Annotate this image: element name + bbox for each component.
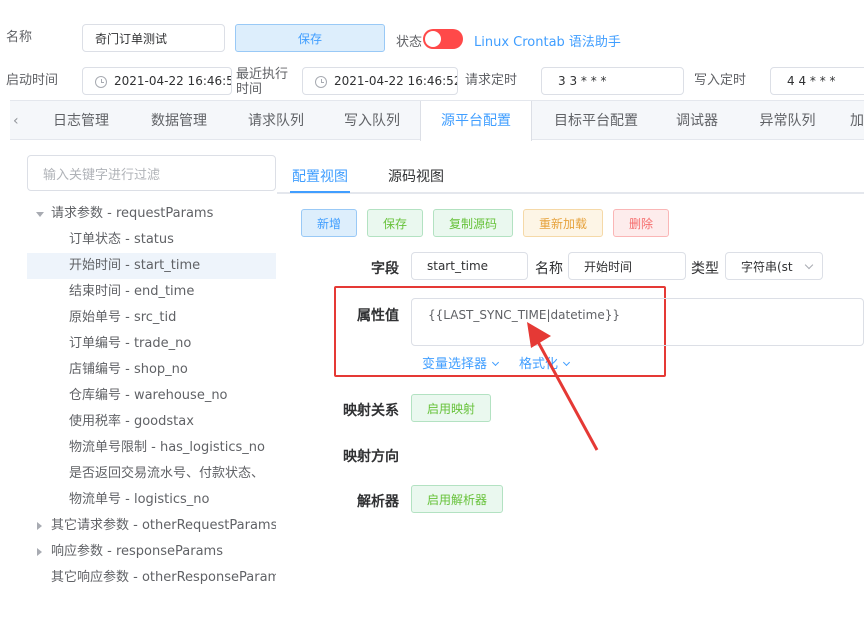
add-button[interactable]: 新增	[301, 209, 357, 237]
save-button[interactable]: 保存	[367, 209, 423, 237]
name-field-input[interactable]: 开始时间	[568, 252, 686, 280]
tree-node-status[interactable]: 订单状态 - status	[27, 227, 276, 253]
status-switch[interactable]	[423, 29, 463, 49]
tree-node-other-response-params[interactable]: 其它响应参数 - otherResponseParams	[27, 565, 276, 591]
enable-mapping-button[interactable]: 启用映射	[411, 394, 491, 422]
switch-knob	[425, 31, 441, 47]
request-cron-label: 请求定时	[465, 73, 518, 88]
tree-filter-input[interactable]: 输入关键字进行过滤	[27, 155, 276, 191]
tab-exception-queue[interactable]: 异常队列	[745, 101, 830, 140]
tree-node-label: 响应参数 - responseParams	[51, 544, 223, 559]
write-cron-label: 写入定时	[694, 73, 747, 88]
caret-down-icon	[36, 212, 44, 217]
tree-node-has-logistics-no[interactable]: 物流单号限制 - has_logistics_no	[27, 435, 276, 461]
tab-log-management[interactable]: 日志管理	[36, 101, 126, 140]
tree-node-logistics-no[interactable]: 物流单号 - logistics_no	[27, 487, 276, 513]
status-label: 状态	[396, 35, 423, 50]
copy-source-button[interactable]: 复制源码	[433, 209, 513, 237]
tree-node-other-request-params[interactable]: 其它请求参数 - otherRequestParams	[27, 513, 276, 539]
tab-target-platform-config[interactable]: 目标平台配置	[541, 101, 651, 140]
attr-value-label: 属性值	[357, 308, 399, 324]
direction-label: 映射方向	[343, 449, 399, 465]
tree-node-goodstax[interactable]: 使用税率 - goodstax	[27, 409, 276, 435]
tree-node-trade-no[interactable]: 订单编号 - trade_no	[27, 331, 276, 357]
main-tabbar: ‹ 日志管理 数据管理 请求队列 写入队列 源平台配置 目标平台配置 调试器 异…	[10, 100, 864, 141]
last-exec-label: 最近执行时间	[236, 67, 289, 97]
save-top-button[interactable]: 保存	[235, 24, 385, 52]
delete-button[interactable]: 删除	[613, 209, 669, 237]
start-time-value: 2021-04-22 16:46:52	[114, 74, 232, 88]
caret-right-icon	[37, 548, 42, 556]
field-label: 字段	[371, 261, 399, 277]
tab-scroll-left-icon[interactable]: ‹	[13, 113, 19, 129]
caret-right-icon	[37, 522, 42, 530]
start-time-input[interactable]: 2021-04-22 16:46:52	[82, 67, 232, 95]
tab-more[interactable]: 加	[850, 101, 864, 140]
last-exec-value: 2021-04-22 16:46:52	[334, 74, 458, 88]
tab-source-platform-config[interactable]: 源平台配置	[420, 101, 532, 141]
type-label: 类型	[691, 261, 719, 277]
tab-data-management[interactable]: 数据管理	[134, 101, 224, 140]
arrow-shaft	[535, 339, 599, 451]
chevron-down-icon	[491, 358, 500, 367]
tab-write-queue[interactable]: 写入队列	[327, 101, 417, 140]
clock-icon	[95, 76, 107, 88]
last-exec-input[interactable]: 2021-04-22 16:46:52	[302, 67, 458, 95]
tab-debugger[interactable]: 调试器	[662, 101, 732, 140]
tree-node-request-params[interactable]: 请求参数 - requestParams	[27, 201, 276, 227]
type-select[interactable]: 字符串(st	[725, 252, 823, 280]
subtab-divider	[277, 192, 864, 194]
name-field-label: 名称	[535, 261, 563, 277]
subtab-active-bar	[290, 191, 350, 193]
tree-node-end-time[interactable]: 结束时间 - end_time	[27, 279, 276, 305]
attr-value-textarea[interactable]: {{LAST_SYNC_TIME|datetime}}	[411, 298, 864, 346]
request-cron-input[interactable]: 3 3 * * *	[541, 67, 684, 95]
mapping-label: 映射关系	[343, 403, 399, 419]
tree-node-response-params[interactable]: 响应参数 - responseParams	[27, 539, 276, 565]
tree-node-label: 其它请求参数 - otherRequestParams	[51, 518, 276, 533]
chevron-down-icon	[804, 260, 814, 270]
tree-node-warehouse-no[interactable]: 仓库编号 - warehouse_no	[27, 383, 276, 409]
name-input[interactable]: 奇门订单测试	[82, 24, 225, 52]
name-label: 名称	[6, 30, 33, 45]
annotation-arrow-icon	[527, 322, 599, 451]
clock-icon	[315, 76, 327, 88]
subtab-source-view[interactable]: 源码视图	[388, 166, 444, 186]
tree-node-return-flags[interactable]: 是否返回交易流水号、付款状态、	[27, 461, 276, 487]
tree-node-start-time[interactable]: 开始时间 - start_time	[27, 253, 276, 279]
variable-selector-label: 变量选择器	[422, 357, 488, 372]
start-time-label: 启动时间	[6, 73, 59, 88]
variable-selector-dropdown[interactable]: 变量选择器	[422, 353, 500, 372]
tree-node-src-tid[interactable]: 原始单号 - src_tid	[27, 305, 276, 331]
tree-node-label: 请求参数 - requestParams	[51, 206, 214, 221]
field-input[interactable]: start_time	[411, 252, 528, 280]
parser-label: 解析器	[357, 494, 399, 510]
subtab-config-view[interactable]: 配置视图	[292, 166, 348, 186]
enable-parser-button[interactable]: 启用解析器	[411, 485, 503, 513]
reload-button[interactable]: 重新加载	[523, 209, 603, 237]
tab-request-queue[interactable]: 请求队列	[231, 101, 321, 140]
write-cron-input[interactable]: 4 4 * * *	[770, 67, 864, 95]
crontab-helper-link[interactable]: Linux Crontab 语法助手	[474, 31, 621, 50]
type-select-value: 字符串(st	[741, 259, 793, 274]
tree-node-shop-no[interactable]: 店铺编号 - shop_no	[27, 357, 276, 383]
